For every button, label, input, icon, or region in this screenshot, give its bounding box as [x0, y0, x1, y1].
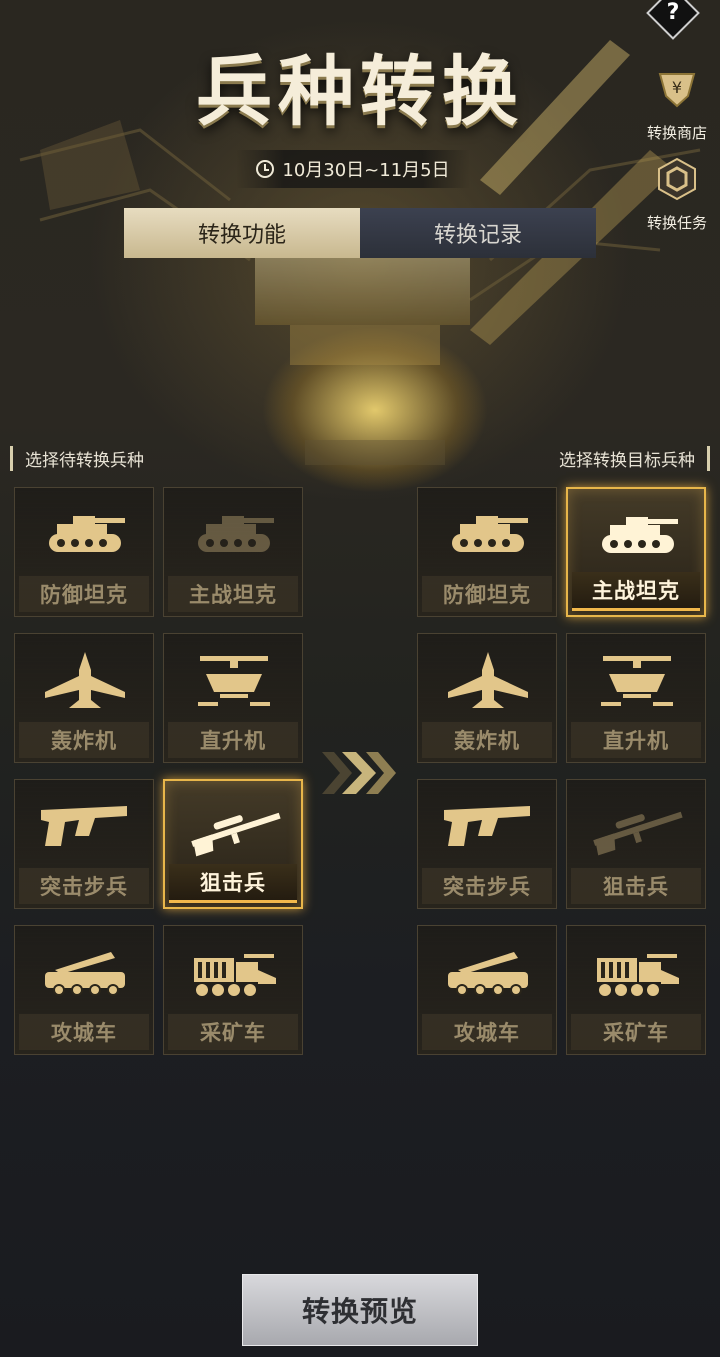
right-unit-card[interactable]: 直升机: [566, 633, 706, 763]
help-symbol: ?: [666, 0, 680, 25]
svg-text:¥: ¥: [672, 78, 682, 97]
unit-label: 狙击兵: [571, 868, 701, 904]
rocket-launcher-icon: [45, 952, 125, 996]
sniper-rifle-icon: [191, 812, 281, 857]
helicopter-icon: [198, 656, 270, 706]
tank-icon: [602, 517, 678, 553]
helicopter-icon: [601, 656, 673, 706]
rifle-icon: [444, 806, 530, 846]
event-date-range: 10月30日~11月5日: [237, 150, 469, 188]
unit-label: 主战坦克: [572, 572, 700, 611]
left-unit-card[interactable]: 主战坦克: [163, 487, 303, 617]
bomber-icon: [45, 652, 125, 708]
task-icon: [658, 157, 696, 201]
sniper-rifle-icon: [593, 811, 683, 856]
right-unit-card[interactable]: 突击步兵: [417, 779, 557, 909]
tank-icon: [198, 516, 274, 552]
unit-label: 防御坦克: [19, 576, 149, 612]
right-unit-card[interactable]: 轰炸机: [417, 633, 557, 763]
date-range-text: 10月30日~11月5日: [282, 160, 450, 181]
tab-convert-record[interactable]: 转换记录: [360, 208, 596, 258]
unit-label: 防御坦克: [422, 576, 552, 612]
unit-label: 突击步兵: [19, 868, 149, 904]
left-unit-card[interactable]: 采矿车: [163, 925, 303, 1055]
tank-icon: [452, 516, 528, 552]
unit-label: 攻城车: [422, 1014, 552, 1050]
convert-preview-button[interactable]: 转换预览: [242, 1274, 478, 1346]
task-label: 转换任务: [646, 214, 707, 232]
left-unit-card[interactable]: 狙击兵: [163, 779, 303, 909]
unit-label: 轰炸机: [422, 722, 552, 758]
unit-label: 采矿车: [168, 1014, 298, 1050]
right-unit-card[interactable]: 主战坦克: [566, 487, 706, 617]
page-title: 兵种转换: [196, 47, 524, 136]
right-unit-card[interactable]: 采矿车: [566, 925, 706, 1055]
left-section-title: 选择待转换兵种: [10, 446, 144, 471]
mining-truck-icon: [597, 954, 679, 996]
right-unit-card[interactable]: 防御坦克: [417, 487, 557, 617]
mining-truck-icon: [194, 954, 276, 996]
left-unit-card[interactable]: 轰炸机: [14, 633, 154, 763]
unit-label: 直升机: [168, 722, 298, 758]
bomber-icon: [448, 652, 528, 708]
unit-label: 狙击兵: [169, 864, 297, 903]
left-unit-card[interactable]: 防御坦克: [14, 487, 154, 617]
clock-icon: [256, 160, 275, 178]
right-unit-card[interactable]: 狙击兵: [566, 779, 706, 909]
task-button[interactable]: 转换任务: [640, 156, 714, 233]
unit-label: 直升机: [571, 722, 701, 758]
convert-arrow-icon: [322, 752, 396, 794]
unit-label: 攻城车: [19, 1014, 149, 1050]
right-unit-card[interactable]: 攻城车: [417, 925, 557, 1055]
rocket-launcher-icon: [448, 952, 528, 996]
shop-label: 转换商店: [646, 124, 707, 142]
tab-convert-function[interactable]: 转换功能: [124, 208, 360, 258]
rifle-icon: [41, 806, 127, 846]
unit-label: 采矿车: [571, 1014, 701, 1050]
shop-button[interactable]: ¥ 转换商店: [640, 66, 714, 143]
unit-label: 轰炸机: [19, 722, 149, 758]
left-unit-card[interactable]: 突击步兵: [14, 779, 154, 909]
shop-icon: ¥: [658, 73, 696, 108]
unit-label: 突击步兵: [422, 868, 552, 904]
left-unit-card[interactable]: 攻城车: [14, 925, 154, 1055]
tank-icon: [49, 516, 125, 552]
right-section-title: 选择转换目标兵种: [559, 446, 710, 471]
left-unit-card[interactable]: 直升机: [163, 633, 303, 763]
unit-label: 主战坦克: [168, 576, 298, 612]
